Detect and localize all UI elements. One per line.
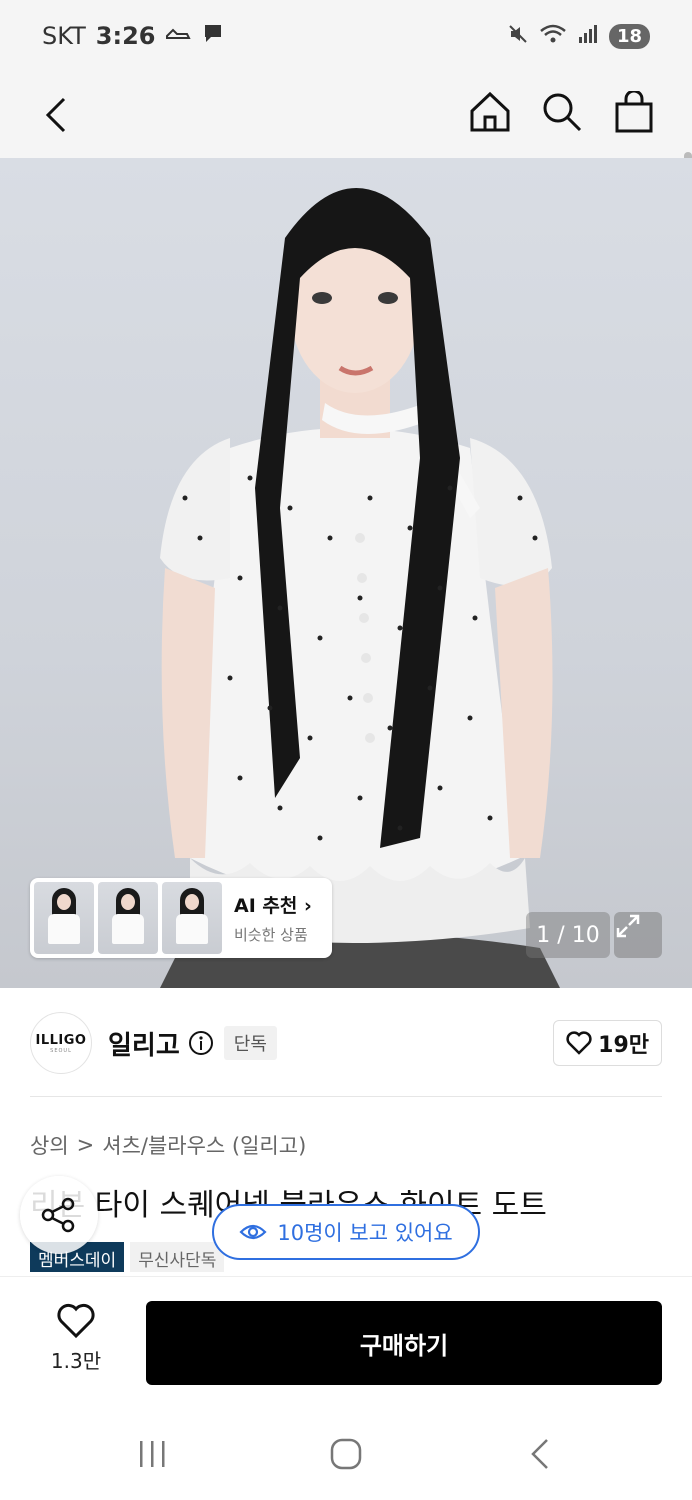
ai-thumbnail[interactable] [98,882,158,954]
ai-thumbnail[interactable] [34,882,94,954]
back-icon [45,97,66,133]
battery-badge: 18 [608,23,650,49]
chat-icon [201,22,225,50]
breadcrumb-category[interactable]: 상의 [30,1130,69,1160]
home-circle-icon [330,1438,362,1470]
exclusive-badge: 단독 [223,1026,277,1060]
wishlist-button[interactable]: 1.3만 [46,1303,106,1374]
breadcrumb-separator: > [76,1133,95,1157]
chevron-right-icon: › [303,895,312,917]
back-nav-button[interactable] [510,1432,570,1476]
ai-recommend-subtitle: 비슷한 상품 [234,926,308,944]
breadcrumb-subcategory[interactable]: 셔츠/블라우스 (일리고) [102,1130,306,1160]
recent-apps-icon [140,1441,165,1467]
heart-icon [566,1031,592,1055]
viewers-pill: 10명이 보고 있어요 [212,1204,480,1260]
home-nav-button[interactable] [316,1432,376,1476]
recent-apps-button[interactable] [122,1432,182,1476]
home-button[interactable] [468,86,512,138]
tag-exclusive: 무신사단독 [130,1242,225,1272]
system-nav-bar [0,1406,692,1500]
eye-icon [239,1224,267,1240]
expand-icon [616,914,640,938]
top-nav [0,72,692,256]
brand-logo[interactable]: ILLIGO SEOUL [30,1012,92,1074]
expand-image-button[interactable] [614,912,662,958]
home-icon [470,91,510,132]
share-icon [41,1197,75,1233]
ai-recommend-card[interactable]: AI 추천 › 비슷한 상품 [30,878,332,958]
mute-icon [507,23,529,49]
viewers-text: 10명이 보고 있어요 [277,1221,453,1245]
cart-button[interactable] [612,86,656,138]
ai-thumbnail[interactable] [162,882,222,954]
product-photo [160,188,560,988]
share-button[interactable] [20,1176,98,1254]
wifi-icon [539,23,567,49]
brand-like-button[interactable]: 19만 [553,1020,662,1066]
brand-name[interactable]: 일리고 [108,1025,180,1062]
breadcrumb: 상의 > 셔츠/블라우스 (일리고) [30,1130,306,1160]
heart-icon [57,1303,95,1339]
status-bar: SKT 3:26 18 [0,0,692,72]
brand-row: ILLIGO SEOUL 일리고 단독 19만 [30,1010,662,1076]
brand-like-count: 19만 [598,1033,649,1058]
signal-icon [577,23,599,49]
divider [30,1096,662,1097]
product-image-carousel[interactable]: AI 추천 › 비슷한 상품 1 / 10 [0,158,692,988]
shopping-bag-icon [615,91,653,133]
back-nav-icon [531,1439,548,1469]
search-button[interactable] [540,86,584,138]
shoe-icon [165,22,192,50]
wishlist-count: 1.3만 [50,1349,102,1373]
ai-recommend-title: AI 추천 › [234,895,312,917]
search-icon [543,93,582,132]
back-button[interactable] [36,90,76,140]
carrier-label: SKT [42,22,86,50]
buy-button[interactable]: 구매하기 [146,1301,662,1385]
clock: 3:26 [95,22,156,50]
purchase-bar: 1.3만 구매하기 [0,1276,692,1406]
info-icon[interactable] [188,1030,214,1056]
image-pager: 1 / 10 [526,912,610,958]
